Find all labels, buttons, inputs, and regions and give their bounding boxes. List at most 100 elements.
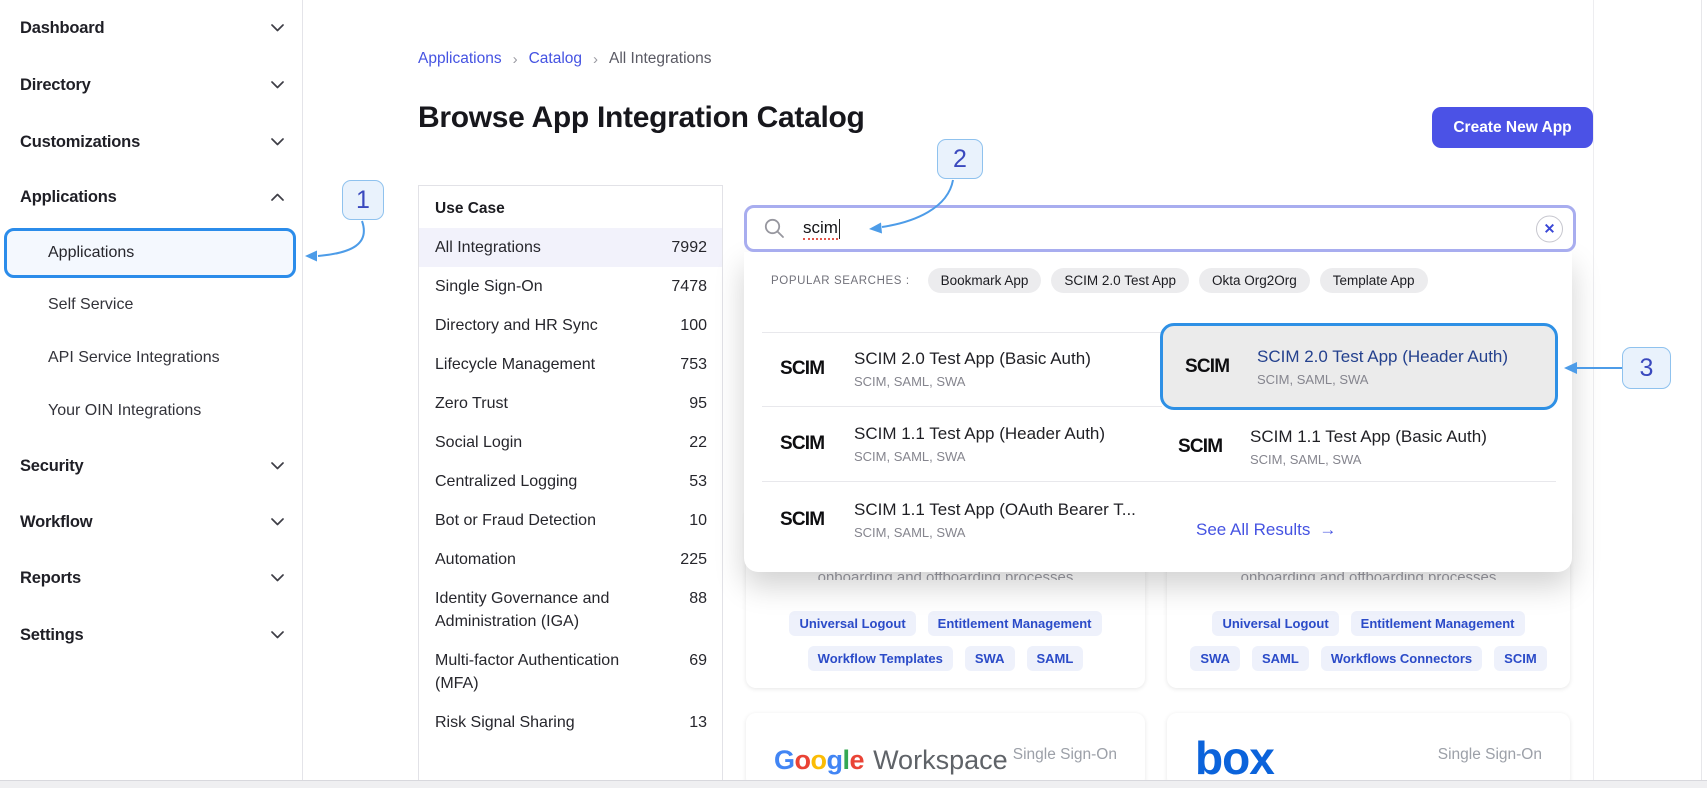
- use-case-row[interactable]: Multi-factor Authentication (MFA)69: [419, 641, 722, 703]
- sidebar-subitem-api-service-integrations[interactable]: API Service Integrations: [48, 343, 284, 373]
- sidebar-subitem-your-oin-integrations[interactable]: Your OIN Integrations: [48, 396, 284, 426]
- use-case-row[interactable]: Risk Signal Sharing13: [419, 703, 722, 742]
- breadcrumb-separator: ›: [502, 51, 529, 68]
- result-subtitle: SCIM, SAML, SWA: [854, 525, 1136, 540]
- use-case-label: Bot or Fraud Detection: [435, 509, 653, 532]
- popular-search-chip[interactable]: SCIM 2.0 Test App: [1051, 268, 1189, 293]
- sign-on-mode-badge: Single Sign-On: [1013, 746, 1117, 764]
- sidebar-item-label: Workflow: [20, 513, 92, 532]
- sidebar-item-customizations[interactable]: Customizations: [20, 127, 284, 157]
- capability-tag[interactable]: SAML: [1027, 646, 1084, 671]
- scim-logo: SCIM: [780, 358, 842, 380]
- capability-tag[interactable]: SWA: [965, 646, 1015, 671]
- capability-tag[interactable]: Entitlement Management: [928, 611, 1102, 636]
- capability-tag[interactable]: Universal Logout: [789, 611, 915, 636]
- scim-logo: SCIM: [780, 509, 842, 531]
- google-logo-letter: l: [843, 745, 850, 775]
- card-tags-row: SWA SAML Workflows Connectors SCIM: [1167, 646, 1570, 671]
- search-input[interactable]: scim ✕: [744, 205, 1576, 252]
- result-title: SCIM 2.0 Test App (Header Auth): [1257, 347, 1508, 367]
- use-case-count: 69: [689, 649, 707, 695]
- capability-tag[interactable]: SCIM: [1494, 646, 1547, 671]
- use-case-list: All Integrations7992 Single Sign-On 7478 Di…: [419, 228, 722, 742]
- capability-tag[interactable]: Universal Logout: [1212, 611, 1338, 636]
- use-case-count: 95: [689, 392, 707, 415]
- popular-search-chip[interactable]: Bookmark App: [928, 268, 1042, 293]
- chevron-down-icon: [271, 462, 284, 470]
- use-case-row[interactable]: All Integrations7992: [419, 228, 722, 267]
- use-case-count: 225: [680, 548, 707, 571]
- search-results-dropdown: POPULAR SEARCHES : Bookmark AppSCIM 2.0 …: [744, 252, 1572, 572]
- use-case-row[interactable]: Social Login22: [419, 423, 722, 462]
- breadcrumb-separator: ›: [582, 51, 609, 68]
- breadcrumb-link-applications[interactable]: Applications: [418, 50, 502, 68]
- card-tags-row: Workflow Templates SWA SAML: [746, 646, 1145, 671]
- scim-logo: SCIM: [1185, 356, 1247, 378]
- use-case-row[interactable]: Single Sign-On 7478: [419, 267, 722, 306]
- breadcrumb: Applications›Catalog›All Integrations: [418, 50, 712, 68]
- content-edge-divider: [1593, 0, 1594, 780]
- capability-tag[interactable]: SAML: [1252, 646, 1309, 671]
- sidebar-item-security[interactable]: Security: [20, 451, 284, 481]
- result-subtitle: SCIM, SAML, SWA: [1250, 452, 1487, 467]
- sidebar-item-label: Dashboard: [20, 19, 104, 38]
- search-result-row[interactable]: SCIM SCIM 1.1 Test App (Basic Auth) SCIM…: [1162, 412, 1556, 482]
- breadcrumb-link-catalog[interactable]: Catalog: [529, 50, 582, 68]
- google-logo-letter: g: [827, 745, 843, 775]
- sidebar-item-label: Security: [20, 457, 84, 476]
- capability-tag[interactable]: Workflows Connectors: [1321, 646, 1482, 671]
- sidebar-item-label: Customizations: [20, 133, 140, 152]
- sidebar-item-reports[interactable]: Reports: [20, 563, 284, 593]
- sidebar-item-label: Applications: [20, 188, 117, 207]
- chevron-down-icon: [271, 631, 284, 639]
- use-case-row[interactable]: Automation225: [419, 540, 722, 579]
- search-result-row[interactable]: SCIMSCIM 2.0 Test App (Basic Auth)SCIM, …: [762, 332, 1162, 407]
- search-result-row[interactable]: SCIMSCIM 1.1 Test App (OAuth Bearer T...…: [762, 482, 1162, 557]
- search-input-value: scim: [803, 218, 840, 239]
- sidebar-item-directory[interactable]: Directory: [20, 70, 284, 100]
- popular-search-chip[interactable]: Okta Org2Org: [1199, 268, 1310, 293]
- horizontal-scrollbar-track[interactable]: [0, 780, 1707, 788]
- use-case-row[interactable]: Lifecycle Management 753: [419, 345, 722, 384]
- use-case-row[interactable]: Centralized Logging53: [419, 462, 722, 501]
- sidebar-item-label: Directory: [20, 76, 91, 95]
- capability-tag[interactable]: Workflow Templates: [808, 646, 953, 671]
- sidebar-item-settings[interactable]: Settings: [20, 620, 284, 650]
- sign-on-mode-badge: Single Sign-On: [1438, 746, 1542, 764]
- use-case-row[interactable]: Directory and HR Sync100: [419, 306, 722, 345]
- use-case-label: Single Sign-On: [435, 275, 653, 298]
- result-subtitle: SCIM, SAML, SWA: [1257, 372, 1508, 387]
- integration-card-box[interactable]: box Single Sign-On: [1167, 713, 1570, 788]
- clear-search-button[interactable]: ✕: [1536, 215, 1563, 242]
- create-new-app-button[interactable]: Create New App: [1432, 107, 1593, 148]
- sidebar-item-dashboard[interactable]: Dashboard: [20, 13, 284, 43]
- popular-searches-row: POPULAR SEARCHES : Bookmark AppSCIM 2.0 …: [771, 268, 1428, 293]
- use-case-count: 7992: [671, 236, 707, 259]
- use-case-count: 7478: [671, 275, 707, 298]
- sidebar-subitem-self-service[interactable]: Self Service: [48, 290, 284, 320]
- popular-search-chip[interactable]: Template App: [1320, 268, 1428, 293]
- sidebar-nav: Dashboard Directory Customizations Applicat…: [0, 0, 303, 780]
- use-case-row[interactable]: Zero Trust95: [419, 384, 722, 423]
- google-logo-letter: o: [811, 745, 827, 775]
- sidebar-subitem-applications-active[interactable]: Applications: [4, 228, 296, 278]
- scim-logo: SCIM: [1178, 436, 1240, 458]
- use-case-count: 13: [689, 711, 707, 734]
- sidebar-item-workflow[interactable]: Workflow: [20, 507, 284, 537]
- use-case-header: Use Case: [419, 186, 722, 228]
- capability-tag[interactable]: Entitlement Management: [1351, 611, 1525, 636]
- use-case-row[interactable]: Identity Governance and Administration (…: [419, 579, 722, 641]
- search-icon: [764, 218, 785, 239]
- use-case-count: 753: [680, 353, 707, 376]
- search-result-highlighted[interactable]: SCIM SCIM 2.0 Test App (Header Auth) SCI…: [1160, 323, 1558, 410]
- search-result-row[interactable]: SCIMSCIM 1.1 Test App (Header Auth)SCIM,…: [762, 407, 1162, 482]
- chevron-down-icon: [271, 518, 284, 526]
- arrow-right-icon: →: [1319, 520, 1336, 539]
- use-case-label: Identity Governance and Administration (…: [435, 587, 653, 633]
- capability-tag[interactable]: SWA: [1190, 646, 1240, 671]
- see-all-results-link[interactable]: See All Results→: [1196, 520, 1336, 540]
- sidebar-item-applications[interactable]: Applications: [20, 182, 284, 212]
- use-case-row[interactable]: Bot or Fraud Detection10: [419, 501, 722, 540]
- integration-card-google-workspace[interactable]: GoogleWorkspace Single Sign-On: [746, 713, 1145, 788]
- use-case-label: Lifecycle Management: [435, 353, 653, 376]
